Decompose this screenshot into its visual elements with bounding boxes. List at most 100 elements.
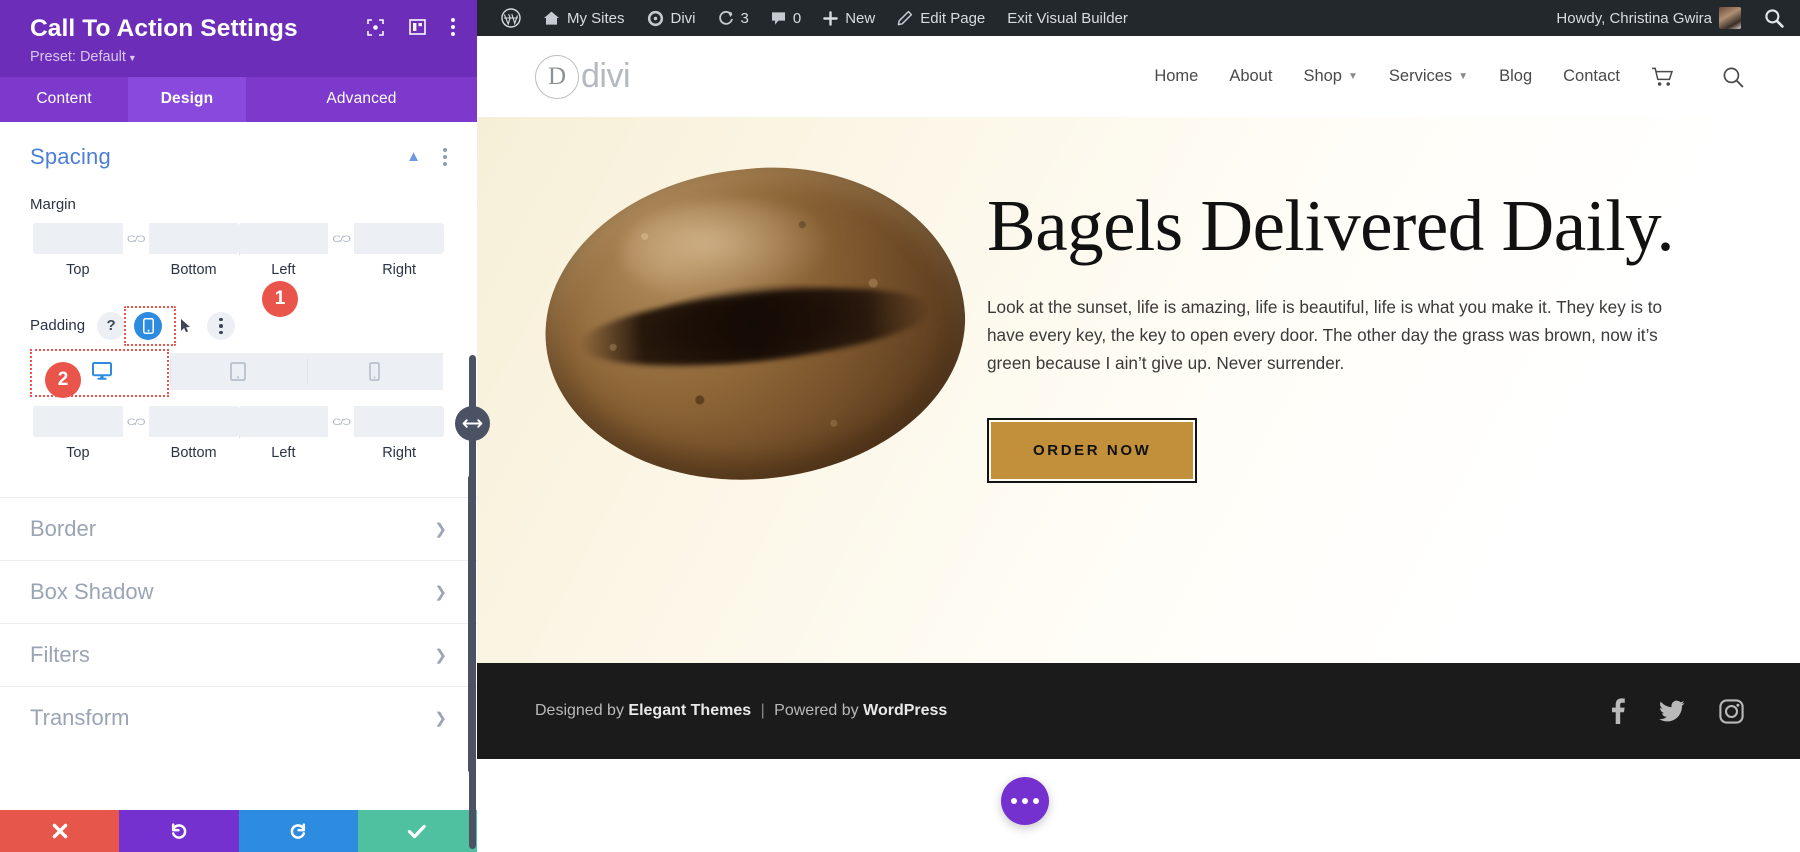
preset-label: Preset: Default [30,48,126,65]
admin-bar-comments-count: 0 [792,9,802,27]
padding-top-label: Top [66,444,90,461]
accordion-box-shadow[interactable]: Box Shadow ❯ [0,559,477,623]
footer-platform[interactable]: WordPress [863,702,947,719]
site-logo[interactable]: D divi [535,54,631,99]
nav-item-home-label: Home [1154,67,1199,85]
padding-left-field[interactable]: Left [238,405,329,461]
hero-heading: Bagels Delivered Daily. [987,185,1675,266]
admin-bar-exit-label: Exit Visual Builder [1007,9,1128,27]
discard-button[interactable] [0,810,120,852]
howdy-label: Howdy, Christina Gwira [1556,9,1712,27]
tab-advanced[interactable]: Advanced [246,77,477,122]
padding-top-field[interactable]: Top [33,405,123,461]
padding-right-field[interactable]: Right [354,405,444,461]
help-icon[interactable]: ? [97,311,126,340]
padding-fields: Top C/Ɔ Bottom Left C/Ɔ Right [0,405,477,461]
order-now-button[interactable]: ORDER NOW [991,421,1194,479]
redo-button[interactable] [238,810,358,852]
padding-bottom-label: Bottom [170,444,217,461]
admin-bar-edit-page[interactable]: Edit Page [886,0,996,36]
margin-bottom-input[interactable] [148,222,239,254]
padding-options-icon[interactable] [207,311,236,340]
facebook-icon[interactable] [1611,698,1625,724]
device-tab-tablet[interactable] [170,352,307,390]
margin-left-field[interactable]: Left [238,222,329,278]
comments-icon [771,11,786,26]
more-vertical-icon[interactable] [451,18,455,36]
admin-bar-updates[interactable]: 3 [707,0,760,36]
padding-bottom-field[interactable]: Bottom [148,405,239,461]
divi-logo-word: divi [581,57,631,95]
accordion-transform[interactable]: Transform ❯ [0,685,477,749]
admin-bar-my-sites[interactable]: My Sites [532,0,636,36]
padding-right-label: Right [382,444,417,461]
panel-footer-actions [0,810,477,852]
nav-item-blog[interactable]: Blog [1499,67,1532,86]
accordion-filters[interactable]: Filters ❯ [0,622,477,686]
layout-icon[interactable] [409,19,426,35]
margin-top-input[interactable] [33,222,123,254]
twitter-icon[interactable] [1659,700,1685,722]
margin-bottom-label: Bottom [170,261,217,278]
margin-link-horizontal-icon[interactable]: C/Ɔ [328,226,354,250]
margin-top-label: Top [66,261,90,278]
cart-icon[interactable] [1651,67,1675,87]
margin-right-field[interactable]: Right [354,222,444,278]
nav-item-about[interactable]: About [1229,67,1272,86]
instagram-icon[interactable] [1719,698,1744,724]
admin-bar-comments[interactable]: 0 [760,0,812,36]
target-icon[interactable] [367,18,384,36]
admin-bar-new[interactable]: New [812,0,886,36]
undo-button[interactable] [119,810,239,852]
margin-right-input[interactable] [354,222,444,254]
padding-bottom-input[interactable] [148,405,239,437]
chevron-down-icon: ❯ [434,583,447,601]
chevron-up-icon[interactable]: ▲ [406,148,421,165]
site-footer: Designed by Elegant Themes | Powered by … [477,663,1800,759]
accordion-border[interactable]: Border ❯ [0,496,477,560]
nav-item-services[interactable]: Services ▼ [1389,67,1468,86]
admin-bar-divi[interactable]: Divi [636,0,707,36]
nav-item-shop[interactable]: Shop ▼ [1303,67,1357,86]
padding-right-input[interactable] [354,405,444,437]
padding-left-input[interactable] [238,405,329,437]
admin-bar-updates-count: 3 [740,9,749,27]
site-nav: Home About Shop ▼ Services ▼ Blog Contact [1154,66,1744,88]
admin-bar-exit-visual-builder[interactable]: Exit Visual Builder [996,0,1139,36]
plus-icon [823,10,839,26]
site-header: D divi Home About Shop ▼ Services ▼ Blog C… [477,36,1800,117]
admin-bar-divi-label: Divi [670,9,696,27]
margin-bottom-field[interactable]: Bottom [148,222,239,278]
divi-icon [647,10,664,27]
device-tab-phone[interactable] [306,352,443,390]
device-tabs: 2 [30,348,443,398]
admin-bar-account[interactable]: Howdy, Christina Gwira [1545,0,1752,36]
search-icon[interactable] [1722,66,1744,88]
panel-resize-handle[interactable] [455,406,490,441]
site-preview: D divi Home About Shop ▼ Services ▼ Blog C… [477,36,1800,852]
padding-link-horizontal-icon[interactable]: C/Ɔ [328,409,354,433]
footer-designer[interactable]: Elegant Themes [628,702,751,719]
save-button[interactable] [357,810,477,852]
admin-bar-wordpress[interactable] [490,0,532,36]
admin-bar-edit-page-label: Edit Page [920,9,986,27]
responsive-toggle-icon[interactable] [134,311,163,340]
nav-item-contact[interactable]: Contact [1563,67,1620,86]
margin-link-vertical-icon[interactable]: C/Ɔ [123,226,149,250]
spacing-options-icon[interactable] [443,147,447,166]
builder-menu-button[interactable] [1001,777,1049,825]
nav-item-home[interactable]: Home [1154,67,1198,86]
cursor-arrow-icon[interactable] [171,312,199,340]
margin-left-input[interactable] [238,222,329,254]
tab-content[interactable]: Content [0,77,128,122]
footer-designed-by: Designed by [535,702,624,719]
tab-design[interactable]: Design [128,76,246,122]
preset-selector[interactable]: Preset: Default ▼ [30,49,453,65]
padding-top-input[interactable] [33,405,123,437]
margin-top-field[interactable]: Top [33,222,123,278]
padding-left-label: Left [271,444,296,461]
hero-copy: Bagels Delivered Daily. Look at the suns… [987,187,1687,483]
search-icon[interactable] [1764,8,1784,28]
padding-link-vertical-icon[interactable]: C/Ɔ [123,409,149,433]
chevron-down-icon: ▼ [1348,71,1358,82]
